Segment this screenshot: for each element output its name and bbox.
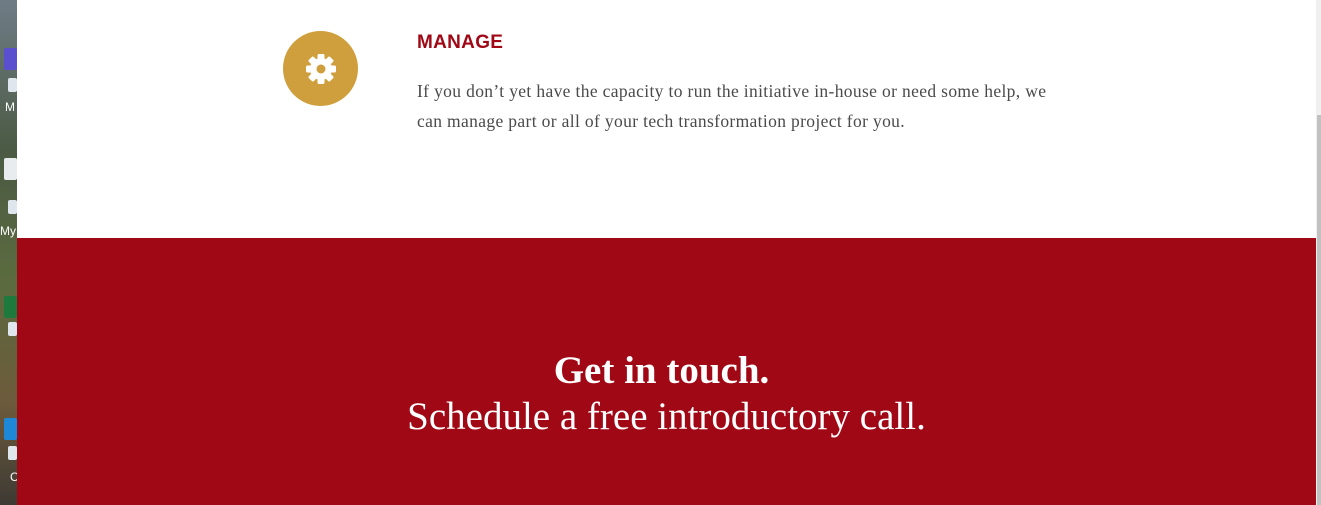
shortcut-arrow-icon [8,200,17,214]
desktop-app-icon[interactable] [4,48,17,70]
gear-icon [305,53,336,84]
page-scrollbar[interactable] [1316,0,1321,505]
desktop-background-strip: M My C [0,0,17,505]
desktop-browser-icon[interactable] [4,418,17,440]
desktop-spreadsheet-icon[interactable] [4,296,17,318]
desktop-icon-label: My [0,224,16,238]
shortcut-arrow-icon [8,78,17,92]
cta-title: Get in touch. [553,349,770,392]
cta-banner: Get in touch. Schedule a free introducto… [17,238,1316,505]
scrollbar-thumb[interactable] [1317,115,1321,505]
webpage-viewport: MANAGE If you don’t yet have the capacit… [17,0,1316,505]
desktop-icon-label: M [5,100,15,114]
desktop-folder-icon[interactable] [4,158,17,180]
shortcut-arrow-icon [8,322,17,336]
manage-heading: MANAGE [417,32,504,53]
manage-section: MANAGE If you don’t yet have the capacit… [17,0,1316,238]
cta-subtitle: Schedule a free introductory call. [407,395,926,438]
shortcut-arrow-icon [8,446,17,460]
manage-icon-badge [283,31,358,106]
manage-description: If you don’t yet have the capacity to ru… [417,81,1047,131]
desktop-icon-label: C [10,470,17,484]
